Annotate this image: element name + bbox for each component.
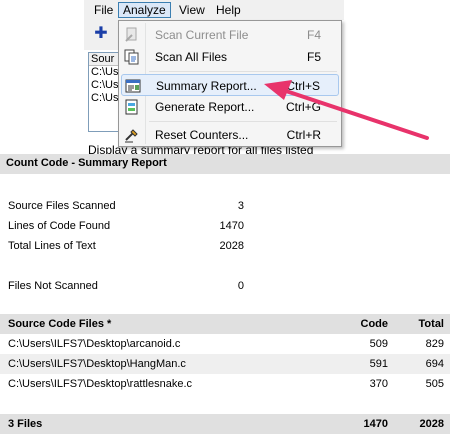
stat-label-files-not-scanned: Files Not Scanned <box>8 280 98 292</box>
cell-code: 509 <box>369 338 388 350</box>
cell-file: C:\Users\ILFS7\Desktop\HangMan.c <box>8 358 186 370</box>
stat-label-lines-of-code: Lines of Code Found <box>8 220 111 232</box>
scan-file-icon <box>124 27 140 43</box>
menu-bar: File Analyze View Help <box>84 0 344 20</box>
stat-label-total-lines: Total Lines of Text <box>8 240 96 252</box>
menu-item-summary-report[interactable]: Summary Report... Ctrl+S <box>121 74 339 96</box>
stat-value-files-scanned: 3 <box>237 200 244 212</box>
menu-item-label: Generate Report... <box>155 100 255 114</box>
column-header-total: Total <box>418 318 444 330</box>
table-footer: 3 Files 1470 2028 <box>0 414 450 434</box>
menu-item-shortcut: Ctrl+R <box>286 128 321 142</box>
table-row: C:\Users\ILFS7\Desktop\rattlesnake.c 370… <box>0 374 450 394</box>
menu-item-label: Scan All Files <box>155 50 228 64</box>
menu-separator <box>149 121 337 122</box>
menu-item-shortcut: Ctrl+G <box>285 100 321 114</box>
table-row: C:\Users\ILFS7\Desktop\arcanoid.c 509 82… <box>0 334 450 354</box>
cell-total: 829 <box>425 338 444 350</box>
menu-item-shortcut: Ctrl+S <box>286 79 320 93</box>
menu-item-shortcut: F4 <box>306 28 321 42</box>
cell-file: C:\Users\ILFS7\Desktop\arcanoid.c <box>8 338 181 350</box>
stat-value-total-lines: 2028 <box>219 240 244 252</box>
footer-lines-total: 2028 <box>419 418 444 430</box>
menu-item-shortcut: F5 <box>306 50 321 64</box>
menu-item-label: Scan Current File <box>155 28 249 42</box>
menu-item-reset-counters[interactable]: Reset Counters... Ctrl+R <box>121 124 339 146</box>
menu-help[interactable]: Help <box>212 2 245 18</box>
menu-item-scan-all-files[interactable]: Scan All Files F5 <box>121 46 339 68</box>
table-header: Source Code Files * Code Total <box>0 314 450 334</box>
cell-code: 370 <box>369 378 388 390</box>
menu-item-label: Reset Counters... <box>155 128 249 142</box>
generate-report-icon <box>124 99 140 115</box>
scan-all-icon <box>124 49 140 65</box>
cell-file: C:\Users\ILFS7\Desktop\rattlesnake.c <box>8 378 193 390</box>
table-row: C:\Users\ILFS7\Desktop\HangMan.c 591 694 <box>0 354 450 374</box>
stat-value-lines-of-code: 1470 <box>219 220 244 232</box>
column-header-file: Source Code Files * <box>8 318 112 330</box>
add-file-button[interactable]: ✚ <box>94 26 108 42</box>
report-title: Count Code - Summary Report <box>6 157 167 169</box>
footer-file-count: 3 Files <box>8 418 43 430</box>
summary-report-icon <box>125 78 141 94</box>
menu-view[interactable]: View <box>175 2 209 18</box>
stat-value-files-not-scanned: 0 <box>237 280 244 292</box>
cell-code: 591 <box>369 358 388 370</box>
menu-item-scan-current-file[interactable]: Scan Current File F4 <box>121 24 339 46</box>
stat-label-files-scanned: Source Files Scanned <box>8 200 116 212</box>
analyze-menu: Scan Current File F4 Scan All Files F5 S… <box>118 20 342 147</box>
menu-separator <box>149 71 337 72</box>
reset-counters-icon <box>124 127 140 143</box>
menu-file[interactable]: File <box>90 2 117 18</box>
toolbar: ✚ <box>84 20 120 50</box>
column-header-code: Code <box>360 318 389 330</box>
cell-total: 505 <box>425 378 444 390</box>
menu-analyze[interactable]: Analyze <box>118 2 171 18</box>
menu-item-generate-report[interactable]: Generate Report... Ctrl+G <box>121 96 339 118</box>
footer-code-total: 1470 <box>363 418 388 430</box>
cell-total: 694 <box>425 358 444 370</box>
menu-item-label: Summary Report... <box>156 79 257 93</box>
report-title-bar: Count Code - Summary Report <box>0 154 450 174</box>
